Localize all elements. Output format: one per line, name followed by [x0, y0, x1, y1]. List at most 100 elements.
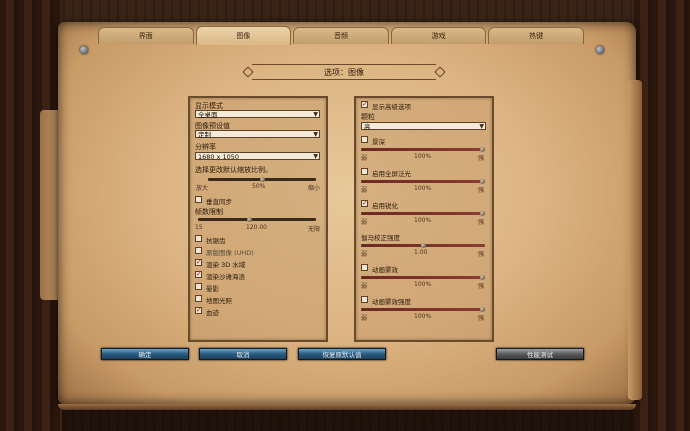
scale-slider-thumb[interactable]	[259, 177, 265, 182]
option-checkbox-label: 抗锯齿	[206, 237, 226, 245]
scale-max-label: 缩小	[308, 185, 321, 192]
fps-slider[interactable]	[198, 217, 316, 222]
chevron-down-icon: ▼	[313, 131, 318, 138]
graphics-left-panel: 显示模式 全桌面 ▼ 图像预设值 定制 ▼ 分辨率 1680 x 1050 ▼ …	[188, 96, 328, 342]
effect-min-label: 弱	[361, 283, 368, 290]
page-title: 选项：图像	[252, 64, 436, 80]
tab-game[interactable]: 游戏	[390, 27, 487, 44]
fps-min-label: 15	[195, 224, 203, 231]
option-checkbox-label: 渲染 3D 水域	[206, 261, 246, 269]
page-title-text: 选项：图像	[324, 67, 364, 77]
scale-min-label: 放大	[196, 185, 209, 192]
effect-label: 伽马校正强度	[361, 234, 400, 242]
scale-slider[interactable]	[208, 177, 316, 182]
scale-value-label: 50%	[252, 183, 266, 190]
fps-slider-thumb[interactable]	[246, 217, 252, 222]
effect-value-label: 100%	[414, 153, 432, 160]
effect-slider-thumb[interactable]	[420, 243, 426, 248]
effect-min-label: 弱	[361, 251, 368, 258]
show-advanced-checkbox[interactable]: ✓	[361, 101, 368, 108]
effect-slider-thumb[interactable]	[480, 211, 485, 216]
ok-button[interactable]: 确定	[101, 348, 189, 360]
tab-interface[interactable]: 界面	[98, 27, 194, 44]
effect-slider[interactable]	[361, 307, 485, 312]
effect-checkbox[interactable]: ✓	[361, 200, 368, 207]
option-checkbox-label: 原版图像 (UHD)	[206, 249, 254, 257]
pin-icon	[596, 46, 604, 54]
display-mode-value: 全桌面	[198, 111, 218, 119]
effect-value-label: 100%	[414, 313, 432, 320]
effect-min-label: 弱	[361, 187, 368, 194]
tab-graphics[interactable]: 图像	[195, 26, 292, 45]
option-checkbox[interactable]: ✓	[195, 259, 202, 266]
effect-slider-thumb[interactable]	[480, 147, 485, 152]
tab-bar: 界面 图像 音频 游戏 热键	[98, 26, 584, 45]
effect-slider[interactable]	[361, 147, 485, 152]
option-checkbox-label: 地图光照	[206, 297, 232, 305]
effect-slider[interactable]	[361, 211, 485, 216]
option-checkbox-label: 晕影	[206, 285, 219, 293]
resolution-value: 1680 x 1050	[198, 153, 240, 161]
chevron-down-icon: ▼	[479, 123, 484, 130]
particles-value: 高	[364, 123, 371, 131]
display-mode-select[interactable]: 全桌面 ▼	[195, 110, 320, 119]
effect-label: 景深	[372, 138, 385, 146]
effect-slider[interactable]	[361, 179, 485, 184]
effect-checkbox[interactable]	[361, 296, 368, 303]
restore-defaults-button[interactable]: 恢复原默认值	[298, 348, 386, 360]
effect-slider-thumb[interactable]	[480, 307, 485, 312]
wood-frame-right	[634, 0, 690, 431]
effect-min-label: 弱	[361, 315, 368, 322]
tab-hotkeys[interactable]: 热键	[488, 27, 584, 44]
parchment-bottom-edge	[58, 404, 636, 410]
fps-label: 帧数限制	[195, 208, 223, 216]
effect-value-label: 100%	[414, 185, 432, 192]
particles-select[interactable]: 高 ▼	[361, 122, 486, 131]
vsync-label: 垂直同步	[206, 198, 232, 206]
effect-min-label: 弱	[361, 155, 368, 162]
pin-icon	[80, 46, 88, 54]
particles-label: 颗粒	[361, 113, 375, 121]
effect-label: 动画雾效强度	[372, 298, 411, 306]
effect-value-label: 100%	[414, 281, 432, 288]
option-checkbox[interactable]	[195, 247, 202, 254]
resolution-select[interactable]: 1680 x 1050 ▼	[195, 152, 320, 161]
tab-audio[interactable]: 音频	[293, 27, 389, 44]
option-checkbox[interactable]	[195, 283, 202, 290]
option-checkbox[interactable]	[195, 295, 202, 302]
option-checkbox[interactable]	[195, 235, 202, 242]
effect-checkbox[interactable]	[361, 264, 368, 271]
effect-slider-thumb[interactable]	[480, 275, 485, 280]
cancel-button[interactable]: 取消	[199, 348, 287, 360]
option-checkbox-label: 渲染沙滩海浪	[206, 273, 245, 281]
option-checkbox[interactable]: ✓	[195, 271, 202, 278]
effect-value-label: 1.00	[414, 249, 428, 256]
parchment-fold-right	[628, 80, 642, 400]
effect-label: 启用锐化	[372, 202, 398, 210]
effect-max-label: 强	[478, 251, 485, 258]
effect-max-label: 强	[478, 187, 485, 194]
preset-select[interactable]: 定制 ▼	[195, 130, 320, 139]
effect-checkbox[interactable]	[361, 136, 368, 143]
preset-value: 定制	[198, 131, 211, 139]
effect-slider-thumb[interactable]	[480, 179, 485, 184]
effect-label: 动画雾效	[372, 266, 398, 274]
vsync-checkbox[interactable]	[195, 196, 202, 203]
effect-max-label: 强	[478, 283, 485, 290]
option-checkbox[interactable]: ✓	[195, 307, 202, 314]
benchmark-button[interactable]: 性能测试	[496, 348, 584, 360]
fps-value-label: 120.00	[246, 224, 267, 231]
effect-slider[interactable]	[361, 243, 485, 248]
resolution-label: 分辨率	[195, 143, 216, 151]
effect-min-label: 弱	[361, 219, 368, 226]
fps-max-label: 无限	[308, 226, 321, 233]
option-checkbox-label: 血迹	[206, 309, 219, 317]
effect-value-label: 100%	[414, 217, 432, 224]
scale-note: 选择更改默认缩放比例。	[195, 166, 272, 174]
chevron-down-icon: ▼	[313, 153, 318, 160]
chevron-down-icon: ▼	[313, 111, 318, 118]
effect-checkbox[interactable]	[361, 168, 368, 175]
effect-slider[interactable]	[361, 275, 485, 280]
effect-max-label: 强	[478, 315, 485, 322]
show-advanced-label: 显示高级选项	[372, 103, 411, 111]
